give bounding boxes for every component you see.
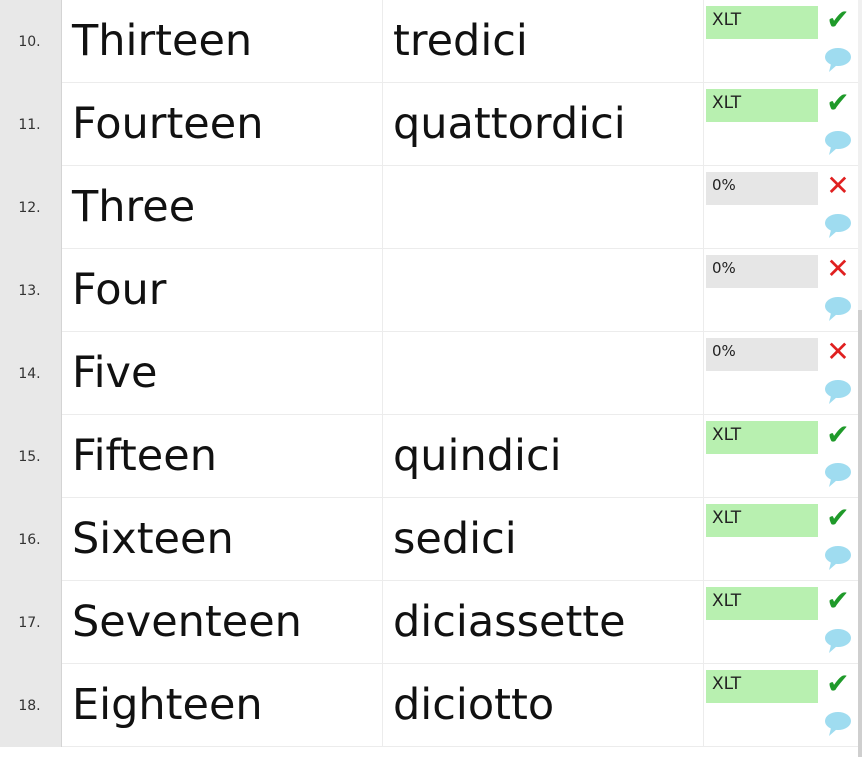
table-row[interactable]: 18. Eighteen diciotto XLT ✔ xyxy=(0,664,862,747)
target-cell[interactable]: diciassette xyxy=(383,581,704,664)
vertical-scrollbar[interactable] xyxy=(858,0,862,757)
check-icon[interactable]: ✔ xyxy=(824,87,852,119)
check-icon[interactable]: ✔ xyxy=(824,668,852,700)
source-cell[interactable]: Three xyxy=(62,166,383,249)
source-cell[interactable]: Four xyxy=(62,249,383,332)
table-row[interactable]: 15. Fifteen quindici XLT ✔ xyxy=(0,415,862,498)
segment-number: 18. xyxy=(0,664,62,747)
target-cell[interactable] xyxy=(383,249,704,332)
status-badge: XLT xyxy=(706,421,818,454)
check-icon[interactable]: ✔ xyxy=(824,585,852,617)
table-row[interactable]: 12. Three 0% ✕ xyxy=(0,166,862,249)
comment-bubble-icon[interactable] xyxy=(822,459,854,491)
comment-bubble-icon[interactable] xyxy=(822,44,854,76)
target-cell[interactable]: quindici xyxy=(383,415,704,498)
segment-number: 10. xyxy=(0,0,62,83)
segment-number: 12. xyxy=(0,166,62,249)
segment-number: 15. xyxy=(0,415,62,498)
status-badge: 0% xyxy=(706,255,818,288)
status-badge: XLT xyxy=(706,504,818,537)
source-cell[interactable]: Fifteen xyxy=(62,415,383,498)
status-cell: XLT ✔ xyxy=(704,581,862,664)
status-badge: XLT xyxy=(706,6,818,39)
table-row[interactable]: 17. Seventeen diciassette XLT ✔ xyxy=(0,581,862,664)
source-cell[interactable]: Five xyxy=(62,332,383,415)
cross-icon[interactable]: ✕ xyxy=(824,336,852,368)
table-row[interactable]: 13. Four 0% ✕ xyxy=(0,249,862,332)
table-row[interactable]: 10. Thirteen tredici XLT ✔ xyxy=(0,0,862,83)
table-row[interactable]: 11. Fourteen quattordici XLT ✔ xyxy=(0,83,862,166)
segment-grid: 10. Thirteen tredici XLT ✔ 11. Fourteen … xyxy=(0,0,862,757)
target-cell[interactable]: quattordici xyxy=(383,83,704,166)
segment-number: 11. xyxy=(0,83,62,166)
status-cell: XLT ✔ xyxy=(704,83,862,166)
comment-bubble-icon[interactable] xyxy=(822,625,854,657)
status-cell: XLT ✔ xyxy=(704,664,862,747)
comment-bubble-icon[interactable] xyxy=(822,293,854,325)
source-cell[interactable]: Seventeen xyxy=(62,581,383,664)
status-badge: 0% xyxy=(706,338,818,371)
source-cell[interactable]: Thirteen xyxy=(62,0,383,83)
check-icon[interactable]: ✔ xyxy=(824,502,852,534)
status-cell: 0% ✕ xyxy=(704,332,862,415)
status-badge: XLT xyxy=(706,89,818,122)
check-icon[interactable]: ✔ xyxy=(824,419,852,451)
cross-icon[interactable]: ✕ xyxy=(824,253,852,285)
segment-number: 16. xyxy=(0,498,62,581)
status-cell: 0% ✕ xyxy=(704,166,862,249)
target-cell[interactable]: sedici xyxy=(383,498,704,581)
comment-bubble-icon[interactable] xyxy=(822,376,854,408)
source-cell[interactable]: Fourteen xyxy=(62,83,383,166)
comment-bubble-icon[interactable] xyxy=(822,210,854,242)
target-cell[interactable] xyxy=(383,166,704,249)
target-cell[interactable]: tredici xyxy=(383,0,704,83)
status-cell: XLT ✔ xyxy=(704,498,862,581)
segment-number: 17. xyxy=(0,581,62,664)
comment-bubble-icon[interactable] xyxy=(822,542,854,574)
segment-number: 13. xyxy=(0,249,62,332)
comment-bubble-icon[interactable] xyxy=(822,708,854,740)
comment-bubble-icon[interactable] xyxy=(822,127,854,159)
status-cell: XLT ✔ xyxy=(704,0,862,83)
status-cell: 0% ✕ xyxy=(704,249,862,332)
segment-number: 14. xyxy=(0,332,62,415)
table-row[interactable]: 16. Sixteen sedici XLT ✔ xyxy=(0,498,862,581)
status-cell: XLT ✔ xyxy=(704,415,862,498)
target-cell[interactable] xyxy=(383,332,704,415)
status-badge: XLT xyxy=(706,670,818,703)
status-badge: XLT xyxy=(706,587,818,620)
source-cell[interactable]: Sixteen xyxy=(62,498,383,581)
check-icon[interactable]: ✔ xyxy=(824,4,852,36)
scrollbar-thumb[interactable] xyxy=(858,310,862,757)
source-cell[interactable]: Eighteen xyxy=(62,664,383,747)
cross-icon[interactable]: ✕ xyxy=(824,170,852,202)
target-cell[interactable]: diciotto xyxy=(383,664,704,747)
table-row[interactable]: 14. Five 0% ✕ xyxy=(0,332,862,415)
status-badge: 0% xyxy=(706,172,818,205)
